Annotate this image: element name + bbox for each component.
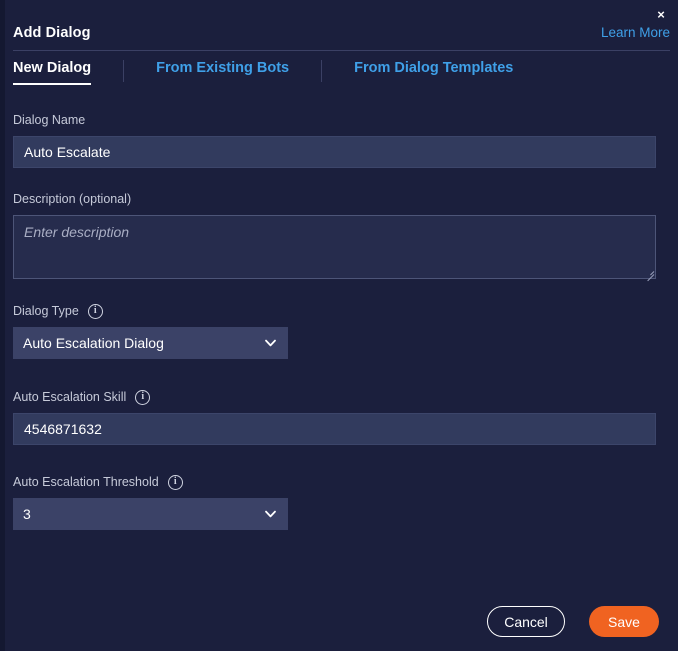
- tab-from-existing-bots[interactable]: From Existing Bots: [156, 60, 289, 85]
- auto-escalation-threshold-label: Auto Escalation Threshold: [13, 475, 159, 489]
- dialog-type-select[interactable]: Auto Escalation Dialog: [13, 327, 288, 359]
- info-icon[interactable]: i: [87, 303, 103, 319]
- close-icon[interactable]: ×: [654, 8, 668, 22]
- auto-escalation-skill-label: Auto Escalation Skill: [13, 390, 127, 404]
- learn-more-link[interactable]: Learn More: [601, 25, 670, 40]
- description-textarea[interactable]: [13, 215, 656, 279]
- page-title: Add Dialog: [13, 25, 91, 41]
- auto-escalation-threshold-select-wrap: 3: [13, 498, 288, 530]
- cancel-button[interactable]: Cancel: [487, 606, 565, 637]
- header-divider: [13, 50, 670, 51]
- field-auto-escalation-skill: Auto Escalation Skill i: [13, 389, 656, 445]
- tab-from-dialog-templates[interactable]: From Dialog Templates: [354, 60, 513, 85]
- save-button[interactable]: Save: [589, 606, 659, 637]
- info-icon[interactable]: i: [167, 474, 183, 490]
- auto-escalation-threshold-select[interactable]: 3: [13, 498, 288, 530]
- tab-bar: New Dialog From Existing Bots From Dialo…: [5, 60, 678, 92]
- label-row: Description (optional): [13, 191, 656, 207]
- label-row: Auto Escalation Threshold i: [13, 474, 288, 490]
- tab-divider: [123, 60, 125, 82]
- label-row: Dialog Name: [13, 112, 656, 128]
- description-label: Description (optional): [13, 192, 132, 206]
- field-dialog-type: Dialog Type i Auto Escalation Dialog: [13, 303, 288, 359]
- auto-escalation-skill-input[interactable]: [13, 413, 656, 445]
- field-dialog-name: Dialog Name: [13, 112, 656, 168]
- label-row: Dialog Type i: [13, 303, 288, 319]
- dialog-type-select-wrap: Auto Escalation Dialog: [13, 327, 288, 359]
- dialog-name-input[interactable]: [13, 136, 656, 168]
- tab-new-dialog[interactable]: New Dialog: [13, 60, 92, 85]
- tab-divider: [321, 60, 323, 82]
- window-left-edge: [0, 0, 5, 651]
- field-description: Description (optional): [13, 191, 656, 282]
- dialog-header: Add Dialog Learn More ×: [5, 0, 678, 52]
- info-icon[interactable]: i: [135, 389, 151, 405]
- dialog-type-label: Dialog Type: [13, 304, 79, 318]
- add-dialog-modal: Add Dialog Learn More × New Dialog From …: [5, 0, 678, 651]
- field-auto-escalation-threshold: Auto Escalation Threshold i 3: [13, 474, 288, 530]
- dialog-footer: Cancel Save: [5, 595, 678, 651]
- dialog-name-label: Dialog Name: [13, 113, 86, 127]
- label-row: Auto Escalation Skill i: [13, 389, 656, 405]
